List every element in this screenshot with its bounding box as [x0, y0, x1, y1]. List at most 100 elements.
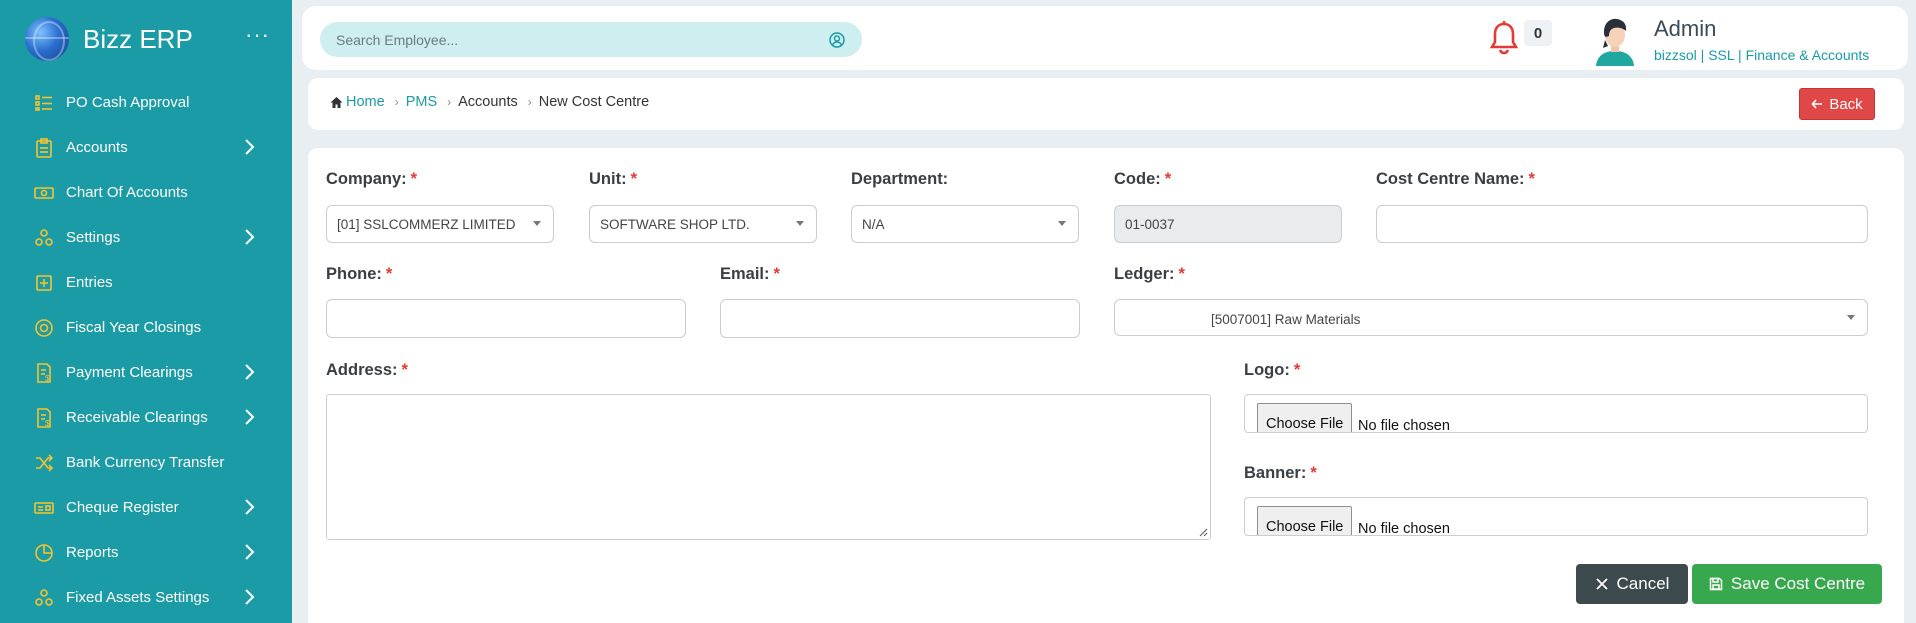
breadcrumb-separator-icon: ›	[527, 95, 532, 109]
banner-label: Banner: *	[1244, 464, 1317, 483]
caret-down-icon	[1058, 221, 1066, 226]
required-mark: *	[401, 361, 408, 379]
user-name[interactable]: Admin	[1654, 16, 1716, 42]
shuffle-icon	[34, 453, 54, 473]
chevron-right-icon	[242, 228, 256, 246]
unit-label-text: Unit:	[589, 170, 627, 188]
sidebar-item-label: Reports	[66, 544, 119, 561]
code-field: 01-0037	[1114, 205, 1342, 243]
ledger-label-text: Ledger:	[1114, 265, 1175, 283]
back-button[interactable]: Back	[1799, 88, 1875, 120]
logo-label: Logo: *	[1244, 361, 1300, 380]
cost-centre-name-label-text: Cost Centre Name:	[1376, 170, 1525, 188]
search-bar[interactable]: Search Employee...	[320, 22, 862, 57]
resize-handle-icon[interactable]	[1198, 527, 1208, 537]
money-icon	[34, 183, 54, 203]
plus-square-icon	[34, 273, 54, 293]
chevron-right-icon	[242, 363, 256, 381]
logo-choose-file-button[interactable]: Choose File	[1257, 403, 1353, 432]
ledger-select[interactable]: [5007001] Raw Materials	[1114, 299, 1868, 336]
globe-logo-icon	[25, 17, 69, 61]
sidebar-item-settings[interactable]: Settings	[0, 215, 292, 260]
address-label: Address: *	[326, 361, 408, 380]
sidebar-item-cheque-register[interactable]: Cheque Register	[0, 485, 292, 530]
email-input[interactable]	[720, 299, 1080, 338]
department-select-value: N/A	[862, 216, 885, 232]
address-textarea[interactable]	[326, 394, 1211, 540]
sidebar-item-fixed-assets-settings[interactable]: Fixed Assets Settings	[0, 575, 292, 620]
notification-count-badge[interactable]: 0	[1524, 20, 1552, 46]
more-horizontal-icon[interactable]: ···	[245, 24, 270, 46]
sidebar-item-label: Fiscal Year Closings	[66, 319, 202, 336]
sidebar: Bizz ERP ··· PO Cash Approval Accounts C…	[0, 0, 292, 623]
company-select-value: [01] SSLCOMMERZ LIMITED	[337, 216, 516, 232]
sidebar-item-accounts[interactable]: Accounts	[0, 125, 292, 170]
sidebar-item-payment-clearings[interactable]: $ Payment Clearings	[0, 350, 292, 395]
top-header: Search Employee... 0 Admin bizzsol | SSL…	[302, 6, 1908, 70]
phone-input[interactable]	[326, 299, 686, 338]
logo-file-input[interactable]: Choose File No file chosen	[1244, 394, 1868, 433]
phone-label-text: Phone:	[326, 265, 382, 283]
brand-name: Bizz ERP	[83, 23, 193, 54]
required-mark: *	[410, 170, 418, 188]
list-icon	[34, 93, 54, 113]
back-button-label: Back	[1829, 95, 1863, 113]
email-label-text: Email:	[720, 265, 770, 283]
search-user-icon[interactable]	[828, 31, 846, 49]
chevron-right-icon	[242, 138, 256, 156]
breadcrumb-item-pms[interactable]: PMS	[406, 94, 437, 110]
banner-file-input[interactable]: Choose File No file chosen	[1244, 497, 1868, 536]
cancel-button-label: Cancel	[1616, 574, 1670, 593]
search-input[interactable]: Search Employee...	[336, 32, 828, 48]
cost-centre-name-input[interactable]	[1376, 205, 1868, 243]
invoice-dollar-icon: $	[34, 362, 54, 383]
pie-chart-icon	[34, 543, 54, 563]
company-select[interactable]: [01] SSLCOMMERZ LIMITED	[326, 205, 554, 243]
code-value: 01-0037	[1125, 216, 1175, 232]
breadcrumb-item-current: New Cost Centre	[538, 94, 650, 110]
caret-down-icon	[1847, 314, 1855, 320]
cost-centre-form: Company: * Unit: * Department: Code: * Cost…	[308, 148, 1904, 623]
code-label: Code: *	[1114, 170, 1171, 189]
sidebar-item-entries[interactable]: Entries	[0, 260, 292, 305]
save-cost-centre-button[interactable]: Save Cost Centre	[1692, 564, 1882, 604]
department-label: Department:	[851, 170, 949, 188]
brand[interactable]: Bizz ERP	[25, 14, 193, 64]
sidebar-item-receivable-clearings[interactable]: $ Receivable Clearings	[0, 395, 292, 440]
banner-choose-file-button[interactable]: Choose File	[1257, 506, 1353, 535]
required-mark: *	[1293, 361, 1301, 379]
home-icon	[330, 96, 343, 108]
save-icon	[1709, 577, 1723, 591]
close-icon	[1595, 578, 1608, 590]
department-select[interactable]: N/A	[851, 205, 1079, 243]
company-label-text: Company:	[326, 170, 407, 188]
arrow-left-icon	[1811, 99, 1823, 109]
sidebar-item-label: Accounts	[66, 139, 128, 156]
chevron-right-icon	[242, 588, 256, 606]
chevron-right-icon	[242, 408, 256, 426]
breadcrumb-separator-icon: ›	[447, 95, 452, 109]
cancel-button[interactable]: Cancel	[1576, 564, 1688, 604]
logo-label-text: Logo:	[1244, 361, 1290, 379]
unit-select-value: SOFTWARE SHOP LTD.	[600, 216, 750, 232]
sidebar-item-bank-currency-transfer[interactable]: Bank Currency Transfer	[0, 440, 292, 485]
banner-label-text: Banner:	[1244, 464, 1307, 482]
sidebar-item-fiscal-year-closings[interactable]: Fiscal Year Closings	[0, 305, 292, 350]
unit-label: Unit: *	[589, 170, 637, 189]
user-org: bizzsol | SSL | Finance & Accounts	[1654, 47, 1870, 63]
cost-centre-name-label: Cost Centre Name: *	[1376, 170, 1535, 189]
sidebar-item-po-cash-approval[interactable]: PO Cash Approval	[0, 80, 292, 125]
bell-icon[interactable]	[1488, 20, 1520, 56]
ledger-select-value: [5007001] Raw Materials	[1211, 312, 1361, 327]
sidebar-item-reports[interactable]: Reports	[0, 530, 292, 575]
invoice-dollar-icon: $	[34, 407, 54, 428]
sidebar-item-label: Cheque Register	[66, 499, 179, 516]
unit-select[interactable]: SOFTWARE SHOP LTD.	[589, 205, 817, 243]
sidebar-item-label: Payment Clearings	[66, 364, 193, 381]
sidebar-item-chart-of-accounts[interactable]: Chart Of Accounts	[0, 170, 292, 215]
sidebar-item-label: PO Cash Approval	[66, 94, 190, 111]
sidebar-item-label: Entries	[66, 274, 113, 291]
breadcrumb-home[interactable]: Home	[330, 94, 385, 110]
required-mark: *	[1178, 265, 1185, 283]
avatar[interactable]	[1592, 14, 1638, 66]
